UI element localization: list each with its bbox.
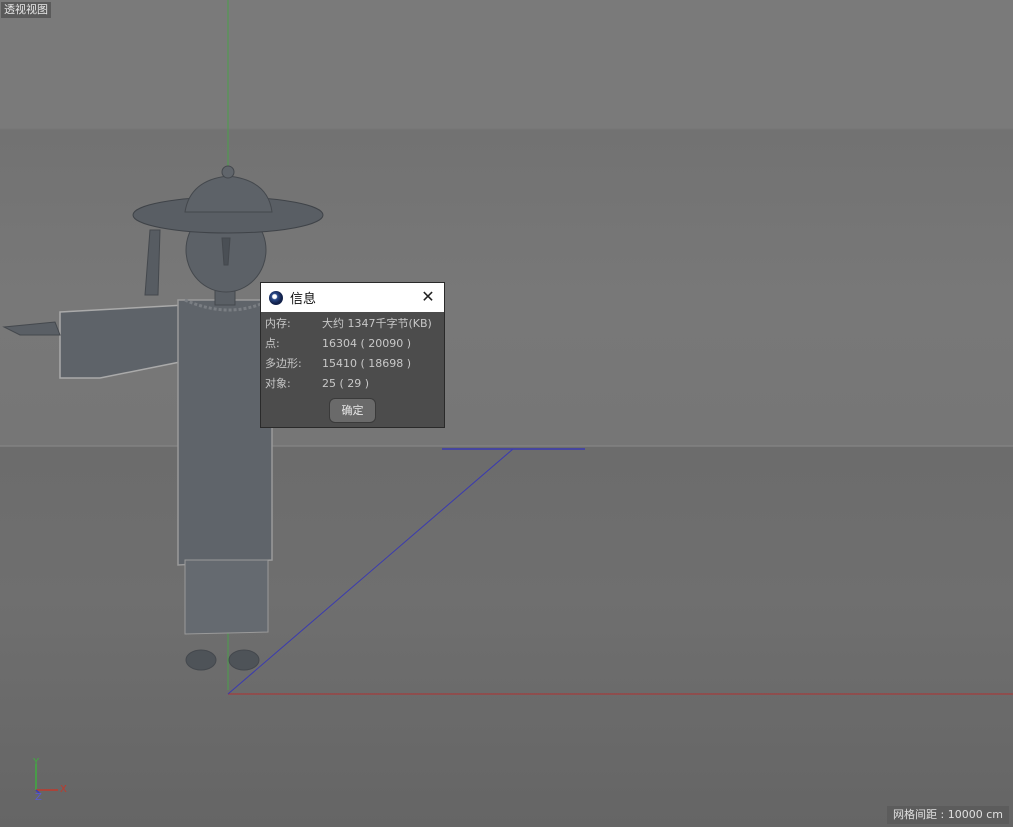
info-value: 15410 ( 18698 ) [322, 357, 412, 370]
dialog-titlebar[interactable]: 信息 ✕ [261, 283, 444, 312]
perspective-viewport[interactable]: 透视视图 Y X Z 网格间距 : 10000 cm 信息 ✕ 内存: 大约 1… [0, 0, 1013, 827]
close-icon[interactable]: ✕ [421, 288, 435, 306]
axis-x-label: X [60, 784, 67, 795]
info-row-memory: 内存: 大约 1347千字节(KB) [265, 317, 444, 337]
ok-button[interactable]: 确定 [329, 398, 376, 423]
dialog-body: 内存: 大约 1347千字节(KB) 点: 16304 ( 20090 ) 多边… [261, 312, 444, 397]
info-key: 内存: [265, 317, 291, 330]
info-key: 对象: [265, 377, 291, 390]
axis-y-label: Y [33, 757, 40, 768]
info-row-points: 点: 16304 ( 20090 ) [265, 337, 444, 357]
axis-z-label: Z [35, 792, 42, 803]
info-value: 25 ( 29 ) [322, 377, 370, 390]
dialog-title: 信息 [290, 292, 317, 307]
info-dialog: 信息 ✕ 内存: 大约 1347千字节(KB) 点: 16304 ( 20090… [260, 282, 445, 428]
info-value: 大约 1347千字节(KB) [322, 317, 432, 330]
scene-canvas[interactable] [0, 0, 1013, 827]
grid-spacing-readout: 网格间距 : 10000 cm [887, 806, 1009, 824]
viewport-label: 透视视图 [1, 2, 51, 18]
info-row-polygons: 多边形: 15410 ( 18698 ) [265, 357, 444, 377]
info-key: 多边形: [265, 357, 302, 370]
info-row-objects: 对象: 25 ( 29 ) [265, 377, 444, 397]
cinema4d-logo-icon [269, 290, 283, 305]
info-key: 点: [265, 337, 280, 350]
info-value: 16304 ( 20090 ) [322, 337, 412, 350]
